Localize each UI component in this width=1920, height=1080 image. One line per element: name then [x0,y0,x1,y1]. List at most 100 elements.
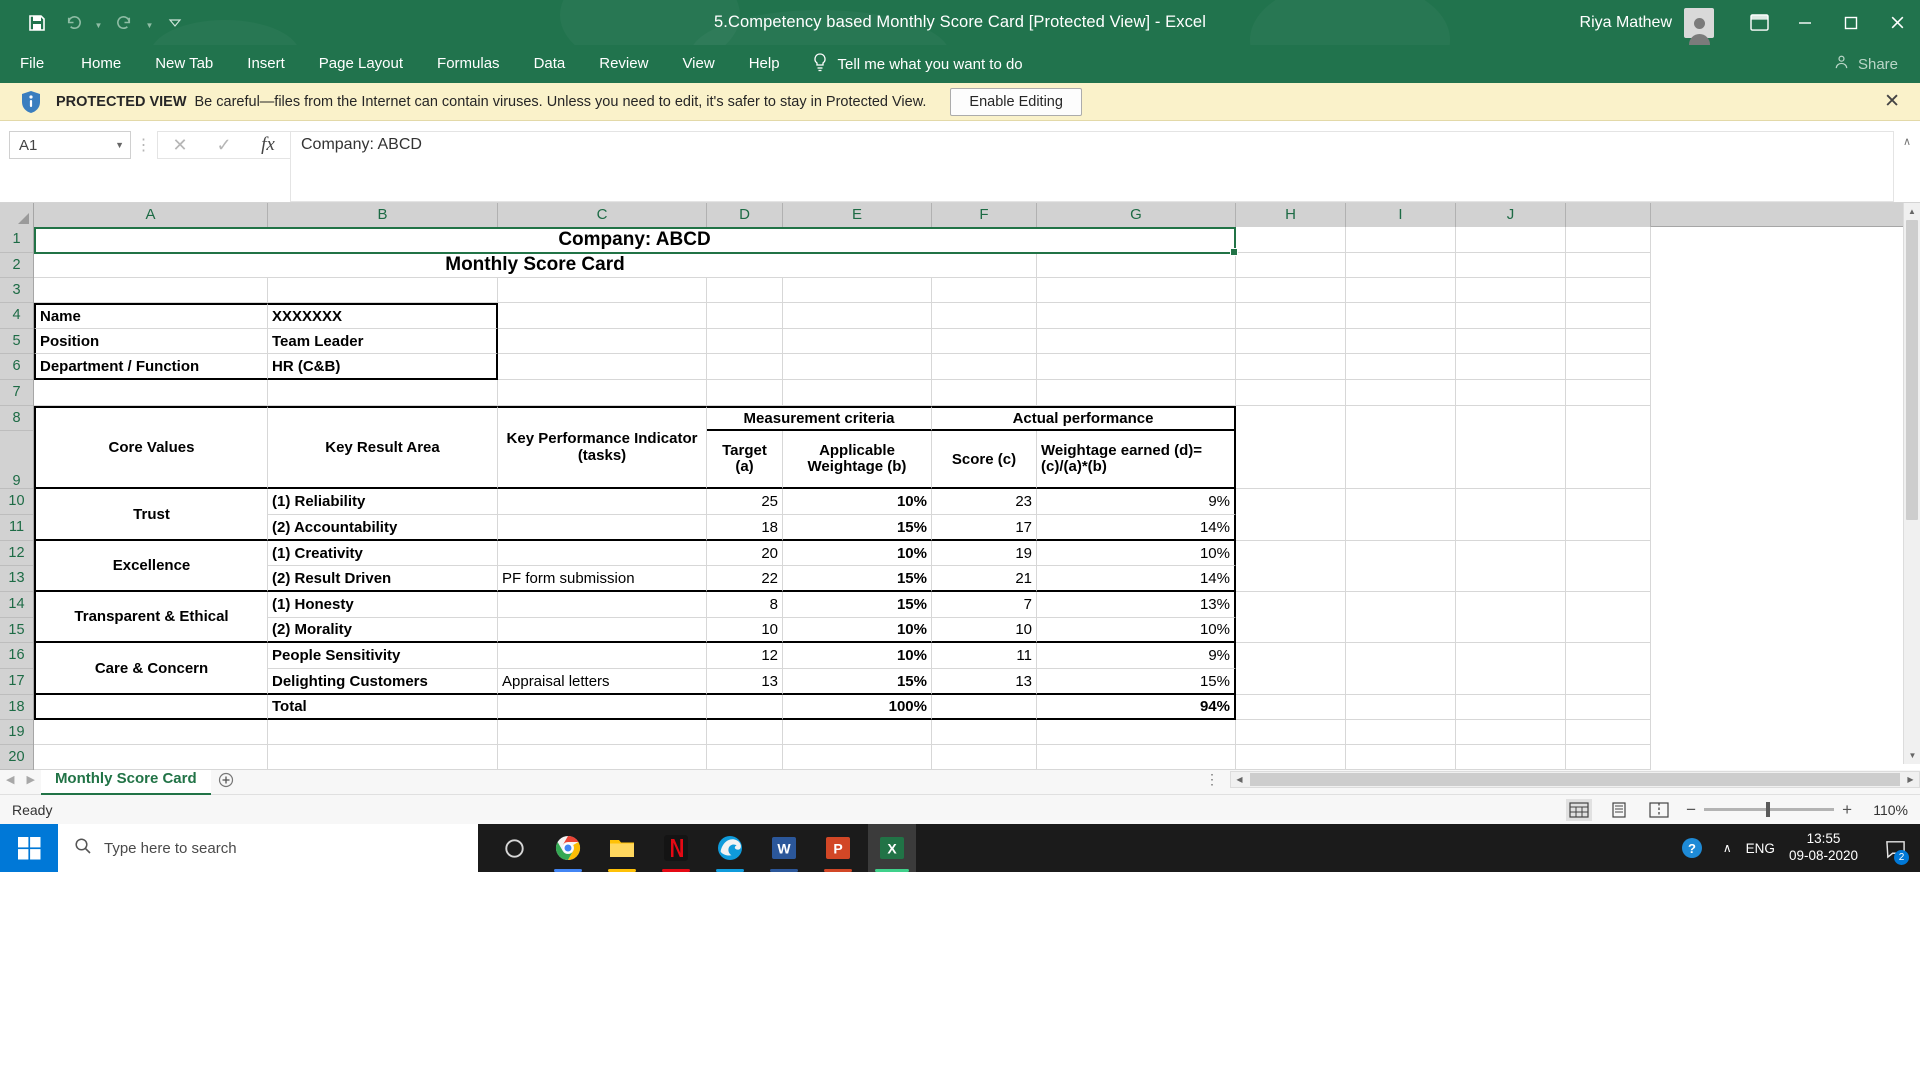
tell-me-box[interactable]: Tell me what you want to do [811,52,1023,76]
kpi-cell[interactable] [498,515,707,541]
total-kpi-cell[interactable] [498,695,707,720]
cell-a2[interactable]: Monthly Score Card [34,253,1037,278]
close-button[interactable] [1874,0,1920,45]
cell-f6[interactable] [932,354,1037,380]
cell-g7[interactable] [1037,380,1236,406]
cell-a5-position-label[interactable]: Position [34,329,268,354]
tab-file[interactable]: File [0,45,64,83]
target-cell[interactable]: 10 [707,618,783,643]
cell-d7[interactable] [707,380,783,406]
cell-c3[interactable] [498,278,707,303]
kpi-cell[interactable]: PF form submission [498,566,707,592]
total-score-cell[interactable] [932,695,1037,720]
cell-a6-department-label[interactable]: Department / Function [34,354,268,380]
cell-h6[interactable] [1236,354,1346,380]
total-weightage[interactable]: 100% [783,695,932,720]
vertical-scrollbar[interactable]: ▲ ▼ [1903,203,1920,764]
weightage-cell[interactable]: 15% [783,592,932,618]
row-header-10[interactable]: 10 [0,489,33,515]
kra-cell[interactable]: (2) Result Driven [268,566,498,592]
maximize-button[interactable] [1828,0,1874,45]
microsoft-word-icon[interactable]: W [760,824,808,872]
column-header-c[interactable]: C [498,203,707,227]
cell-d4[interactable] [707,303,783,329]
cell-a19[interactable] [34,720,268,745]
select-all-corner[interactable] [0,203,34,227]
column-header-e[interactable]: E [783,203,932,227]
cell-k19[interactable] [1566,720,1651,745]
kpi-cell[interactable] [498,618,707,643]
collapse-formula-bar-icon[interactable]: ∧ [1894,121,1920,148]
cell-k16[interactable] [1566,643,1651,695]
zoom-track[interactable] [1704,802,1835,817]
tab-insert[interactable]: Insert [230,45,302,83]
row-header-16[interactable]: 16 [0,643,33,669]
header-key-result-area[interactable]: Key Result Area [268,406,498,489]
row-header-12[interactable]: 12 [0,541,33,566]
target-cell[interactable]: 18 [707,515,783,541]
tab-new-tab[interactable]: New Tab [138,45,230,83]
score-cell[interactable]: 10 [932,618,1037,643]
tab-review[interactable]: Review [582,45,665,83]
core-value-excellence[interactable]: Excellence [34,541,268,592]
cell-d5[interactable] [707,329,783,354]
cell-i1[interactable] [1346,227,1456,253]
share-button[interactable]: Share [1833,54,1898,75]
cell-b20[interactable] [268,745,498,770]
ribbon-display-options-icon[interactable] [1736,0,1782,45]
tab-data[interactable]: Data [517,45,583,83]
cell-c20[interactable] [498,745,707,770]
cell-f5[interactable] [932,329,1037,354]
close-icon[interactable]: ✕ [1878,90,1906,113]
header-applicable-weightage[interactable]: Applicable Weightage (b) [783,431,932,489]
cell-k14[interactable] [1566,592,1651,643]
show-hidden-icons-icon[interactable]: ∧ [1723,841,1732,855]
header-actual-performance[interactable]: Actual performance [932,406,1236,431]
cell-k7[interactable] [1566,380,1651,406]
row-header-7[interactable]: 7 [0,380,33,406]
formula-input[interactable]: Company: ABCD [290,131,1894,202]
zoom-slider[interactable]: − + [1686,800,1852,820]
kra-cell[interactable]: (2) Accountability [268,515,498,541]
zoom-in-button[interactable]: + [1842,800,1852,820]
account-name[interactable]: Riya Mathew [1580,14,1672,32]
cell-g19[interactable] [1037,720,1236,745]
enter-icon[interactable]: ✓ [202,131,246,159]
earned-cell[interactable]: 10% [1037,541,1236,566]
header-measurement-criteria[interactable]: Measurement criteria [707,406,932,431]
cell-a3[interactable] [34,278,268,303]
cell-b3[interactable] [268,278,498,303]
cell-h5[interactable] [1236,329,1346,354]
scroll-up-icon[interactable]: ▲ [1904,203,1920,220]
cell-e20[interactable] [783,745,932,770]
file-explorer-icon[interactable] [598,824,646,872]
row-header-15[interactable]: 15 [0,618,33,643]
cell-k4[interactable] [1566,303,1651,329]
earned-cell[interactable]: 9% [1037,489,1236,515]
row-header-20[interactable]: 20 [0,745,33,770]
earned-cell[interactable]: 13% [1037,592,1236,618]
kra-cell[interactable]: (2) Morality [268,618,498,643]
kpi-cell[interactable]: Appraisal letters [498,669,707,695]
cell-k8[interactable] [1566,406,1651,489]
column-header-g[interactable]: G [1037,203,1236,227]
cell-d19[interactable] [707,720,783,745]
cell-h18[interactable] [1236,695,1346,720]
column-header-i[interactable]: I [1346,203,1456,227]
cell-j18[interactable] [1456,695,1566,720]
header-core-values[interactable]: Core Values [34,406,268,489]
cell-c6[interactable] [498,354,707,380]
insert-function-icon[interactable]: fx [246,131,290,159]
column-header-f[interactable]: F [932,203,1037,227]
kra-cell[interactable]: (1) Creativity [268,541,498,566]
cell-b5-position-value[interactable]: Team Leader [268,329,498,354]
cell-e5[interactable] [783,329,932,354]
row-header-9[interactable]: 9 [0,431,33,489]
cell-j3[interactable] [1456,278,1566,303]
row-header-1[interactable]: 1 [0,227,33,253]
row-header-19[interactable]: 19 [0,720,33,745]
row-header-11[interactable]: 11 [0,515,33,541]
cell-k2[interactable] [1566,253,1651,278]
cell-i3[interactable] [1346,278,1456,303]
row-header-3[interactable]: 3 [0,278,33,303]
